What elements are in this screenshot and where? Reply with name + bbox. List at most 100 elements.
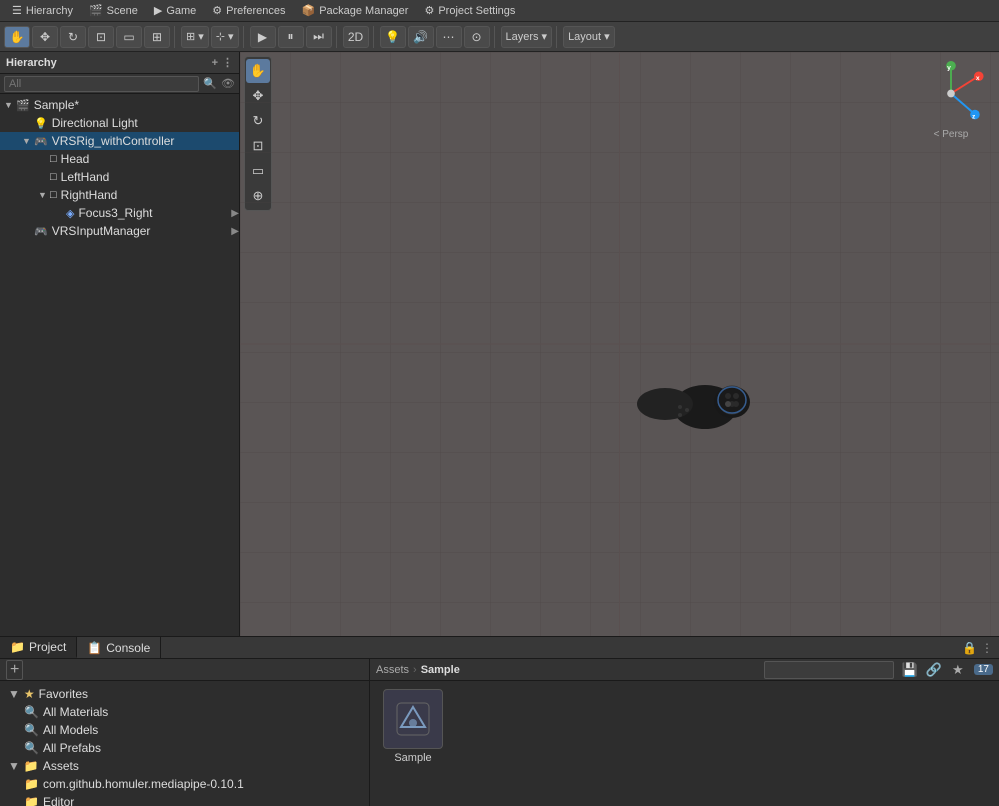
tool-btn-rotate-3d[interactable]: ↻ [246,109,270,133]
hierarchy-content: ▼ 🎬 Sample* ▶ 💡 Directional Light ▼ 🎮 VR… [0,94,239,636]
tool-btn-global[interactable]: ⊕ [246,184,270,208]
project-settings-icon: ⚙ [424,4,434,17]
folder-editor[interactable]: 📁 Editor [0,793,369,806]
asset-search-input[interactable] [764,661,894,679]
hierarchy-search-input[interactable] [4,76,199,92]
layers-dropdown[interactable]: Layers ▾ [501,26,553,48]
favorites-arrow: ▼ [8,687,20,701]
left-hand-label: LeftHand [61,170,110,184]
vr-controller-object [620,352,750,432]
folder-com-github[interactable]: 📁 com.github.homuler.mediapipe-0.10.1 [0,775,369,793]
tool-rotate[interactable]: ↻ [60,26,86,48]
tool-move[interactable]: ✥ [32,26,58,48]
tool-btn-move-3d[interactable]: ✥ [246,84,270,108]
hierarchy-item-vrs-input-manager[interactable]: ▶ 🎮 VRSInputManager ▶ [0,222,239,240]
tool-btn-rect-3d[interactable]: ▭ [246,159,270,183]
grid-chevron: ▾ [198,30,204,43]
play-button[interactable]: ▶ [250,26,276,48]
editor-label: Editor [43,795,74,806]
folder-all-materials[interactable]: 🔍 All Materials [0,703,369,721]
asset-grid: Sample [370,681,999,806]
tab-package-manager[interactable]: 📦 Package Manager [293,2,416,19]
vrs-input-manager-arrow: ▶ [231,226,239,237]
asset-label-sample: Sample [394,752,431,764]
hierarchy-item-vrs-rig[interactable]: ▼ 🎮 VRSRig_withController [0,132,239,150]
tool-btn-hand[interactable]: ✋ [246,59,270,83]
tab-project[interactable]: 📁 Project [0,637,77,658]
overlay-btn[interactable]: ⋯ [436,26,462,48]
tab-console[interactable]: 📋 Console [77,637,161,658]
hierarchy-item-head[interactable]: ▶ □ Head [0,150,239,168]
extra-tools-group: 💡 🔊 ⋯ ⊙ [380,26,495,48]
hierarchy-menu-icon[interactable]: ⋮ [222,56,233,69]
star-icon[interactable]: ★ [948,660,968,680]
assets-section-header[interactable]: ▼ 📁 Assets [0,757,369,775]
gizmos-btn[interactable]: ⊙ [464,26,490,48]
tool-btn-scale-3d[interactable]: ⊡ [246,134,270,158]
tab-game[interactable]: ▶ Game [146,2,204,19]
audio-btn[interactable]: 🔊 [408,26,434,48]
bottom-area: 📁 Project 📋 Console 🔒 ⋮ + ▼ ★ Favorites [0,636,999,806]
folder-all-prefabs[interactable]: 🔍 All Prefabs [0,739,369,757]
layout-dropdown[interactable]: Layout ▾ [563,26,615,48]
directional-light-label: Directional Light [52,116,138,130]
hierarchy-item-left-hand[interactable]: ▶ □ LeftHand [0,168,239,186]
tool-hand[interactable]: ✋ [4,26,30,48]
tool-transform[interactable]: ⊞ [144,26,170,48]
all-materials-icon: 🔍 [24,705,39,719]
tab-preferences[interactable]: ⚙ Preferences [204,2,293,19]
right-hand-icon: □ [50,189,57,201]
breadcrumb-assets: Assets [376,664,409,676]
scene-view[interactable]: ✋ ✥ ↻ ⊡ ▭ ⊕ [240,52,999,636]
head-label: Head [61,152,90,166]
tab-package-manager-label: Package Manager [319,5,408,17]
visual-effects-btn[interactable]: 💡 [380,26,406,48]
pause-button[interactable]: ⏸ [278,26,304,48]
breadcrumb-separator: › [413,664,417,676]
sample-label: Sample* [34,98,79,112]
add-button[interactable]: + [6,660,23,680]
focus3-right-label: Focus3_Right [78,206,152,220]
layers-group: Layers ▾ [501,26,558,48]
bottom-left-panel: + ▼ ★ Favorites 🔍 All Materials 🔍 All Mo… [0,659,370,806]
hierarchy-header: Hierarchy + ⋮ [0,52,239,74]
hierarchy-item-right-hand[interactable]: ▼ □ RightHand [0,186,239,204]
hierarchy-item-focus3-right[interactable]: ▶ ◈ Focus3_Right ▶ [0,204,239,222]
hierarchy-add-icon[interactable]: + [212,57,218,69]
game-icon: ▶ [154,4,162,17]
favorites-section-header[interactable]: ▼ ★ Favorites [0,685,369,703]
sample-icon: 🎬 [16,99,30,112]
hierarchy-search-icon: 🔍 [203,77,217,90]
tab-project-settings[interactable]: ⚙ Project Settings [416,2,523,19]
svg-text:x: x [976,75,980,82]
hierarchy-search-row: 🔍 👁 [0,74,239,94]
favorites-label: Favorites [39,687,88,701]
grid-icon: ⊞ [186,30,195,43]
view-2d-button[interactable]: 2D [343,26,369,48]
hierarchy-item-directional-light[interactable]: ▶ 💡 Directional Light [0,114,239,132]
hierarchy-panel: Hierarchy + ⋮ 🔍 👁 ▼ 🎬 Sample* ▶ 💡 D [0,52,240,636]
layers-label: Layers [506,31,539,43]
all-prefabs-icon: 🔍 [24,741,39,755]
head-icon: □ [50,153,57,165]
hierarchy-item-sample[interactable]: ▼ 🎬 Sample* [0,96,239,114]
step-button[interactable]: ⏭ [306,26,332,48]
save-icon[interactable]: 💾 [900,660,920,680]
folder-all-models[interactable]: 🔍 All Models [0,721,369,739]
preferences-icon: ⚙ [212,4,222,17]
asset-item-sample[interactable]: Sample [378,689,448,764]
tool-scale[interactable]: ⊡ [88,26,114,48]
bottom-right-header: Assets › Sample 💾 🔗 ★ 17 [370,659,999,681]
bottom-lock-icon[interactable]: 🔒 [962,641,977,655]
tool-rect[interactable]: ▭ [116,26,142,48]
tab-scene[interactable]: 🎬 Scene [81,2,146,19]
link-icon[interactable]: 🔗 [924,660,944,680]
console-tab-icon: 📋 [87,641,102,655]
hierarchy-title: Hierarchy [6,57,57,69]
tab-hierarchy[interactable]: ☰ Hierarchy [4,2,81,19]
asset-search-group: 💾 🔗 ★ 17 [764,660,993,680]
snap-dropdown[interactable]: ⊹ ▾ [211,26,239,48]
bottom-menu-icon[interactable]: ⋮ [981,641,993,655]
grid-dropdown[interactable]: ⊞ ▾ [181,26,209,48]
hierarchy-eye-icon[interactable]: 👁 [221,77,235,90]
